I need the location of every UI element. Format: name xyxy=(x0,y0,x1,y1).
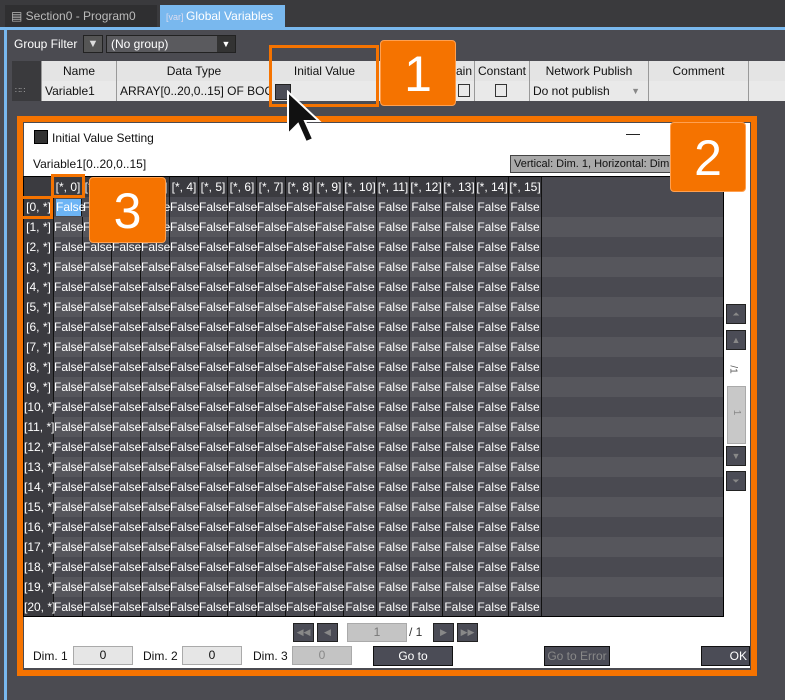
tab-global-variables[interactable]: [var] Global Variables ✕ xyxy=(160,5,285,46)
tab-label: Global Variables xyxy=(186,9,274,23)
header-name[interactable]: Name xyxy=(42,61,117,81)
callout-2-badge: 2 xyxy=(670,122,746,192)
tab-underline xyxy=(0,27,785,30)
header-comment[interactable]: Comment xyxy=(649,61,749,81)
group-filter-select[interactable]: (No group) ▼ xyxy=(106,35,236,53)
filter-icon[interactable]: ▼ xyxy=(83,35,103,53)
network-publish-value: Do not publish xyxy=(533,84,610,98)
group-filter-value: (No group) xyxy=(111,37,169,51)
chevron-down-icon: ▼ xyxy=(631,86,640,96)
panel-border xyxy=(4,27,7,700)
callout-3-badge: 3 xyxy=(89,177,166,243)
corner-cell xyxy=(12,61,42,81)
callout-3-row-highlight xyxy=(20,196,53,219)
cell-name[interactable]: Variable1 xyxy=(42,81,117,101)
mouse-cursor-icon xyxy=(287,90,322,144)
constant-checkbox[interactable] xyxy=(495,84,507,97)
cell-constant[interactable] xyxy=(475,81,530,101)
retain-checkbox[interactable] xyxy=(458,84,470,97)
cell-network-publish[interactable]: Do not publish ▼ xyxy=(530,81,649,101)
program-icon: ▤ xyxy=(11,9,26,23)
header-constant[interactable]: Constant xyxy=(475,61,530,81)
row-handle[interactable]: ∷∷ xyxy=(12,81,42,101)
cell-data-type[interactable]: ARRAY[0..20,0..15] OF BOOL xyxy=(117,81,272,101)
tab-section0-program0[interactable]: ▤ Section0 - Program0 xyxy=(5,5,157,27)
tab-label: Section0 - Program0 xyxy=(25,9,136,23)
chevron-down-icon: ▼ xyxy=(217,36,235,52)
group-filter-label: Group Filter xyxy=(14,37,78,51)
callout-1-badge: 1 xyxy=(380,40,456,106)
header-network-publish[interactable]: Network Publish xyxy=(530,61,649,81)
callout-3-column-highlight xyxy=(51,174,85,198)
header-data-type[interactable]: Data Type xyxy=(117,61,272,81)
cell-comment[interactable] xyxy=(649,81,749,101)
var-icon: [var] xyxy=(166,12,187,22)
